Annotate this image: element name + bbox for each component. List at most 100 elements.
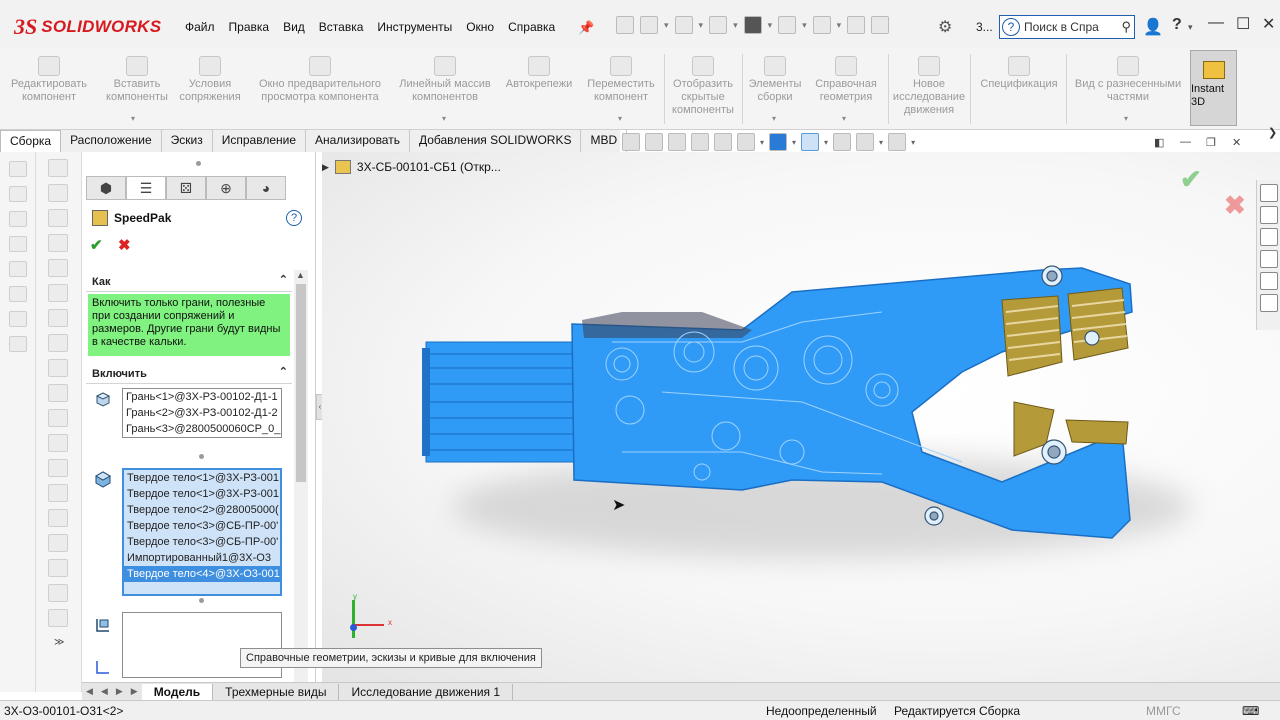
zoom-to-fit-icon[interactable]	[622, 133, 640, 151]
tab-addins[interactable]: Добавления SOLIDWORKS	[410, 130, 582, 152]
open-icon[interactable]	[674, 16, 693, 34]
select-dropdown-icon[interactable]: ▾	[837, 20, 842, 31]
list-item[interactable]: Твердое тело<3>@СБ-ПР-00'	[124, 534, 280, 550]
scroll-up-icon[interactable]: ▲	[296, 270, 305, 280]
list-item[interactable]: Грань<2>@3Х-РЗ-00102-Д1-2	[123, 405, 281, 421]
solidworks-logo[interactable]: 3S SOLIDWORKS	[14, 12, 161, 42]
dynamic-annotation-icon[interactable]	[714, 133, 732, 151]
new-motion-study-button[interactable]: Новое исследование движения	[890, 56, 968, 117]
exploded-view-button[interactable]: Вид с разнесенными частями	[1068, 56, 1188, 104]
file-properties-icon[interactable]	[871, 16, 890, 34]
display-manager-tab-icon[interactable]: ◕	[246, 176, 286, 200]
collapse-icon[interactable]: ⌃	[279, 365, 288, 378]
feature-icon[interactable]	[48, 359, 68, 377]
print-dropdown-icon[interactable]: ▾	[768, 20, 773, 31]
tab-last-icon[interactable]: ▶	[127, 686, 142, 697]
reference-geometry-list[interactable]	[122, 612, 282, 678]
linear-pattern-dropdown-icon[interactable]: ▾	[442, 114, 446, 123]
list-item[interactable]: Твердое тело<2>@28005000(	[124, 502, 280, 518]
feature-icon[interactable]	[48, 259, 68, 277]
tab-prev-icon[interactable]: ◀	[97, 686, 112, 697]
scroll-thumb[interactable]	[296, 284, 306, 482]
edit-appearance-icon[interactable]	[833, 133, 852, 151]
status-units[interactable]: ММГС	[1146, 704, 1181, 718]
bodies-list[interactable]: Твердое тело<1>@3Х-РЗ-001 Твердое тело<1…	[122, 468, 282, 596]
undo-icon[interactable]	[778, 16, 797, 34]
apply-scene-icon[interactable]	[856, 133, 875, 151]
tool-icon[interactable]	[9, 261, 27, 277]
view-settings-dropdown-icon[interactable]: ▾	[911, 138, 915, 147]
show-hidden-button[interactable]: Отобразить скрытые компоненты	[666, 56, 740, 117]
tab-sketch[interactable]: Эскиз	[162, 130, 213, 152]
move-component-dropdown-icon[interactable]: ▾	[618, 114, 622, 123]
feature-icon[interactable]	[48, 434, 68, 452]
tool-icon[interactable]	[9, 236, 27, 252]
feature-icon[interactable]	[48, 159, 68, 177]
options-gear-icon[interactable]: ⚙	[938, 17, 952, 37]
tab-mbd[interactable]: MBD	[581, 130, 628, 152]
feature-icon[interactable]	[48, 234, 68, 252]
undo-dropdown-icon[interactable]: ▾	[802, 20, 807, 31]
help-dropdown-icon[interactable]: ▾	[1188, 22, 1193, 33]
property-manager-tab-icon[interactable]: ☰	[126, 176, 166, 200]
feature-icon[interactable]	[48, 209, 68, 227]
pin-icon[interactable]: 📌	[578, 20, 594, 36]
list-item-selected[interactable]: Твердое тело<4>@3Х-О3-001	[124, 566, 280, 582]
apply-scene-dropdown-icon[interactable]: ▾	[879, 138, 883, 147]
tab-first-icon[interactable]: ◀	[82, 686, 97, 697]
zoom-to-area-icon[interactable]	[645, 133, 663, 151]
viewport-restore-icon[interactable]: ◧	[1154, 136, 1164, 149]
open-dropdown-icon[interactable]: ▾	[699, 20, 704, 31]
move-component-button[interactable]: Переместить компонент	[580, 56, 662, 104]
section-view-icon[interactable]	[691, 133, 709, 151]
linear-pattern-button[interactable]: Линейный массив компонентов	[392, 56, 498, 104]
pm-scrollbar[interactable]: ▲	[294, 270, 308, 682]
feature-icon[interactable]	[48, 459, 68, 477]
tab-evaluate[interactable]: Анализировать	[306, 130, 410, 152]
mate-button[interactable]: Условия сопряжения	[172, 56, 248, 104]
user-icon[interactable]: 👤	[1143, 17, 1163, 37]
list-item[interactable]: Твердое тело<1>@3Х-РЗ-001	[124, 470, 280, 486]
tab-layout[interactable]: Расположение	[61, 130, 162, 152]
solidworks-resources-icon[interactable]	[1260, 184, 1278, 202]
status-toolbar-icon[interactable]: ⌨	[1242, 704, 1259, 718]
feature-icon[interactable]	[48, 609, 68, 627]
view-orientation-dropdown-icon[interactable]: ▾	[760, 138, 764, 147]
feature-icon[interactable]	[48, 309, 68, 327]
pm-help-icon[interactable]: ?	[286, 210, 302, 226]
tool-icon[interactable]	[9, 311, 27, 327]
maximize-icon[interactable]: ☐	[1236, 14, 1250, 34]
list-item[interactable]: Импортированный1@3Х-О3	[124, 550, 280, 566]
graphics-area[interactable]: ▶ 3Х-СБ-00101-СБ1 (Откр... ✔ ✖ y x ➤	[322, 152, 1280, 682]
strip-expand-icon[interactable]: ≫	[54, 637, 81, 648]
search-placeholder[interactable]: Поиск в Спра	[1024, 20, 1121, 34]
list-item[interactable]: Грань<3>@2800500060СР_0_	[123, 421, 281, 437]
home-icon[interactable]	[616, 16, 634, 34]
minimize-icon[interactable]: —	[1208, 14, 1224, 32]
instant3d-button[interactable]: Instant 3D	[1190, 50, 1237, 126]
menu-edit[interactable]: Правка	[222, 20, 277, 34]
edit-component-button[interactable]: Редактировать компонент	[6, 56, 92, 104]
menu-insert[interactable]: Вставка	[312, 20, 371, 34]
bom-button[interactable]: Спецификация	[972, 56, 1066, 91]
menu-tools[interactable]: Инструменты	[370, 20, 459, 34]
tool-icon[interactable]	[9, 286, 27, 302]
feature-icon[interactable]	[48, 184, 68, 202]
tab-motion-study[interactable]: Исследование движения 1	[339, 683, 514, 700]
help-icon[interactable]: ?	[1172, 16, 1182, 34]
insert-components-dropdown-icon[interactable]: ▾	[131, 114, 135, 123]
tool-icon[interactable]	[9, 211, 27, 227]
view-orientation-icon[interactable]	[737, 133, 755, 151]
faces-list[interactable]: Грань<1>@3Х-РЗ-00102-Д1-1 Грань<2>@3Х-РЗ…	[122, 388, 282, 438]
feature-icon[interactable]	[48, 509, 68, 527]
component-preview-button[interactable]: Окно предварительного просмотра компонен…	[250, 56, 390, 104]
menu-file[interactable]: Файл	[178, 20, 222, 34]
tab-assembly[interactable]: Сборка	[0, 130, 62, 152]
design-library-icon[interactable]	[1260, 206, 1278, 224]
hide-show-items-icon[interactable]	[801, 133, 820, 151]
save-dropdown-icon[interactable]: ▾	[733, 20, 738, 31]
section-include[interactable]: Включить ⌃	[86, 362, 292, 384]
search-box[interactable]: ? Поиск в Спра ⚲	[999, 15, 1135, 39]
tool-icon[interactable]	[9, 336, 27, 352]
exploded-view-dropdown-icon[interactable]: ▾	[1124, 114, 1128, 123]
